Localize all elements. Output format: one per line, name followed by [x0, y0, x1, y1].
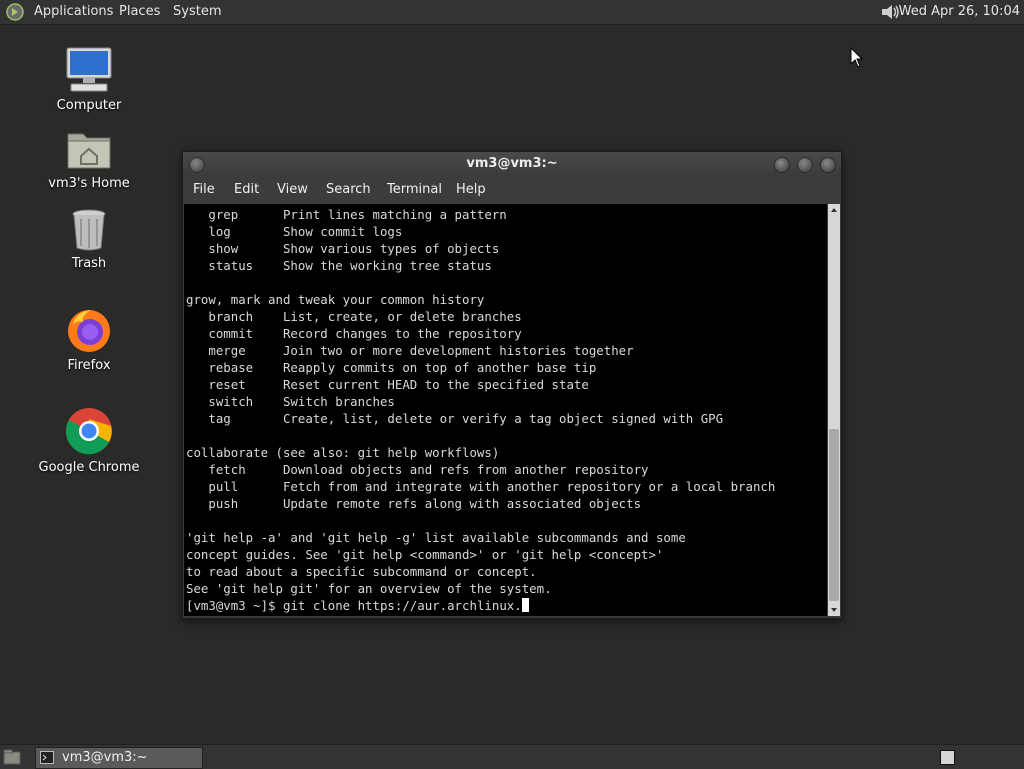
- desktop-icon-label: vm3's Home: [48, 176, 130, 191]
- bottom-panel: vm3@vm3:~: [0, 744, 1024, 769]
- taskbar-item-terminal[interactable]: vm3@vm3:~: [35, 747, 203, 769]
- terminal-line: tag Create, list, delete or verify a tag…: [186, 411, 724, 426]
- terminal-line: See 'git help git' for an overview of th…: [186, 581, 552, 596]
- menu-terminal[interactable]: Terminal: [387, 182, 442, 198]
- terminal-prompt-line[interactable]: [vm3@vm3 ~]$ git clone https://aur.archl…: [186, 597, 827, 614]
- terminal-line: status Show the working tree status: [186, 258, 492, 273]
- desktop-icon-trash[interactable]: Trash: [34, 208, 144, 271]
- desktop-icon-label: Computer: [56, 98, 122, 113]
- desktop-icon-firefox[interactable]: Firefox: [34, 306, 144, 373]
- clock[interactable]: Wed Apr 26, 10:04: [899, 3, 1020, 21]
- terminal-line: concept guides. See 'git help <command>'…: [186, 547, 664, 562]
- terminal-line: 'git help -a' and 'git help -g' list ava…: [186, 530, 686, 545]
- chrome-icon: [65, 408, 112, 455]
- window-title: vm3@vm3:~: [466, 156, 558, 171]
- menu-file[interactable]: File: [193, 182, 215, 198]
- scrollbar[interactable]: [828, 204, 840, 616]
- places-menu[interactable]: Places: [119, 3, 160, 21]
- maximize-button[interactable]: [797, 157, 813, 173]
- computer-icon: [66, 47, 112, 92]
- terminal-line: reset Reset current HEAD to the specifie…: [186, 377, 589, 392]
- system-menu[interactable]: System: [173, 3, 221, 21]
- top-panel: Applications Places System Wed Apr 26, 1…: [0, 0, 1024, 25]
- desktop-icon-label: Google Chrome: [38, 460, 140, 475]
- applications-menu[interactable]: Applications: [34, 3, 113, 21]
- taskbar-item-label: vm3@vm3:~: [62, 750, 148, 765]
- firefox-icon: [68, 310, 110, 352]
- terminal-output[interactable]: grep Print lines matching a pattern log …: [184, 204, 827, 616]
- menu-help[interactable]: Help: [456, 182, 486, 198]
- terminal-line: collaborate (see also: git help workflow…: [186, 445, 500, 460]
- menu-edit[interactable]: Edit: [234, 182, 259, 198]
- workspace-switcher[interactable]: [940, 750, 955, 765]
- terminal-line: rebase Reapply commits on top of another…: [186, 360, 597, 375]
- mouse-cursor-icon: [850, 47, 864, 68]
- terminal-line: merge Join two or more development histo…: [186, 343, 634, 358]
- terminal-icon: [40, 751, 54, 764]
- terminal-line: fetch Download objects and refs from ano…: [186, 462, 649, 477]
- scrollbar-thumb[interactable]: [829, 429, 839, 601]
- terminal-line: switch Switch branches: [186, 394, 395, 409]
- shell-prompt: [vm3@vm3 ~]$: [186, 598, 283, 613]
- terminal-line: push Update remote refs along with assoc…: [186, 496, 642, 511]
- scroll-down-arrow-icon[interactable]: [828, 604, 840, 616]
- show-desktop-icon[interactable]: [3, 749, 21, 765]
- terminal-line: commit Record changes to the repository: [186, 326, 522, 341]
- terminal-window[interactable]: vm3@vm3:~ File Edit View Search Terminal…: [182, 151, 842, 619]
- menu-search[interactable]: Search: [326, 182, 371, 198]
- distro-logo-icon[interactable]: [6, 3, 24, 21]
- desktop-icon-label: Firefox: [67, 358, 111, 373]
- terminal-line: grep Print lines matching a pattern: [186, 207, 507, 222]
- trash-icon: [72, 209, 106, 251]
- terminal-line: grow, mark and tweak your common history: [186, 292, 485, 307]
- text-cursor: [521, 598, 529, 612]
- terminal-line: show Show various types of objects: [186, 241, 500, 256]
- terminal-line: branch List, create, or delete branches: [186, 309, 522, 324]
- terminal-line: to read about a specific subcommand or c…: [186, 564, 537, 579]
- desktop-icon-chrome[interactable]: Google Chrome: [34, 406, 144, 475]
- terminal-menubar: File Edit View Search Terminal Help: [183, 176, 841, 204]
- home-folder-icon: [67, 133, 111, 169]
- desktop-icon-computer[interactable]: Computer: [34, 46, 144, 113]
- desktop-icon-home[interactable]: vm3's Home: [34, 128, 144, 191]
- window-titlebar[interactable]: vm3@vm3:~: [183, 152, 841, 176]
- command-input[interactable]: git clone https://aur.archlinux.: [283, 598, 522, 613]
- terminal-line: pull Fetch from and integrate with anoth…: [186, 479, 776, 494]
- terminal-line: log Show commit logs: [186, 224, 403, 239]
- window-menu-button[interactable]: [189, 157, 205, 173]
- close-button[interactable]: [820, 157, 836, 173]
- minimize-button[interactable]: [774, 157, 790, 173]
- desktop-icon-label: Trash: [71, 256, 107, 271]
- scroll-up-arrow-icon[interactable]: [828, 204, 840, 216]
- menu-view[interactable]: View: [277, 182, 308, 198]
